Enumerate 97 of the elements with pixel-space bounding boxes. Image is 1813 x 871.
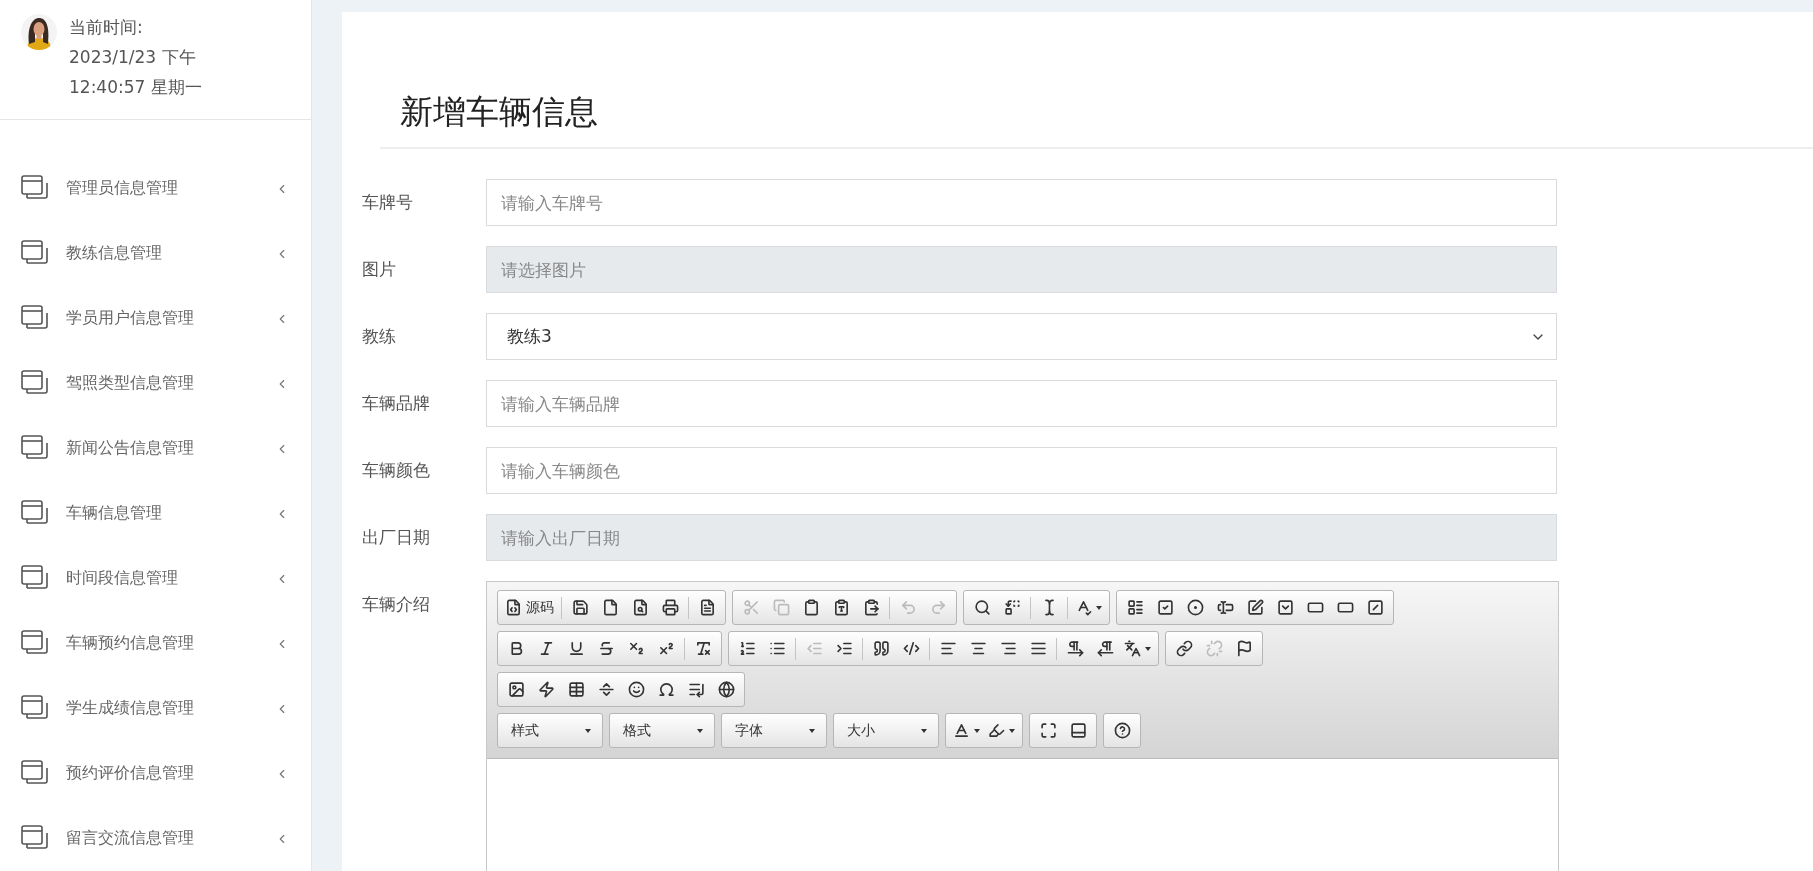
field-label: 图片 bbox=[362, 258, 397, 281]
text-field[interactable]: 请输入车牌号 bbox=[486, 179, 1557, 226]
field-label: 车辆品牌 bbox=[362, 392, 431, 415]
window-icon bbox=[21, 370, 48, 397]
print-icon bbox=[661, 599, 679, 616]
select-icon bbox=[1276, 599, 1294, 616]
align-right-icon bbox=[999, 640, 1017, 657]
text-field[interactable]: 请选择图片 bbox=[486, 246, 1557, 293]
sidebar-item[interactable]: 车辆信息管理 bbox=[0, 481, 311, 546]
link-icon bbox=[1175, 640, 1193, 657]
image-icon bbox=[507, 681, 525, 698]
sidebar-item[interactable]: 预约评价信息管理 bbox=[0, 741, 311, 806]
window-icon bbox=[21, 435, 48, 462]
window-icon bbox=[21, 565, 48, 592]
window-icon bbox=[21, 630, 48, 657]
flag-icon bbox=[1235, 640, 1253, 657]
sidebar-item[interactable]: 教练信息管理 bbox=[0, 221, 311, 286]
text-field[interactable]: 请输入车辆品牌 bbox=[486, 380, 1557, 427]
remove-format-icon bbox=[694, 640, 712, 657]
button-icon bbox=[1306, 599, 1324, 616]
checkbox-icon bbox=[1156, 599, 1174, 616]
window-icon bbox=[21, 240, 48, 267]
smiley-icon bbox=[627, 681, 645, 698]
replace-icon bbox=[1003, 599, 1021, 616]
help-icon bbox=[1113, 722, 1131, 739]
page-title: 新增车辆信息 bbox=[380, 90, 1813, 149]
form-icon bbox=[1126, 599, 1144, 616]
template-icon bbox=[698, 599, 716, 616]
format-dropdown[interactable]: 大小 bbox=[837, 715, 935, 746]
format-dropdown[interactable]: 格式 bbox=[613, 715, 711, 746]
toolbar-button[interactable]: 源码 bbox=[501, 593, 558, 622]
ordered-list-icon bbox=[738, 640, 756, 657]
format-dropdown[interactable]: 字体 bbox=[725, 715, 823, 746]
field-label: 车辆颜色 bbox=[362, 459, 431, 482]
align-justify-icon bbox=[1029, 640, 1047, 657]
pilcrow-right-icon bbox=[1066, 640, 1084, 657]
field-label: 车辆介绍 bbox=[362, 593, 431, 616]
div-code-icon bbox=[902, 640, 920, 657]
quote-icon bbox=[872, 640, 890, 657]
field-label: 教练 bbox=[362, 325, 397, 348]
window-icon bbox=[21, 305, 48, 332]
sidebar-item[interactable]: 车辆预约信息管理 bbox=[0, 611, 311, 676]
align-center-icon bbox=[969, 640, 987, 657]
current-date: 2023/1/23 下午 bbox=[69, 46, 197, 69]
text-color-icon bbox=[953, 722, 970, 739]
field-label: 车牌号 bbox=[362, 191, 414, 214]
sidebar-item[interactable]: 新闻公告信息管理 bbox=[0, 416, 311, 481]
radio-icon bbox=[1186, 599, 1204, 616]
field-label: 出厂日期 bbox=[362, 526, 431, 549]
select-field[interactable]: 教练3 bbox=[486, 313, 1557, 360]
pilcrow-left-icon bbox=[1096, 640, 1114, 657]
text-field-icon bbox=[1216, 599, 1234, 616]
scissors-icon bbox=[742, 599, 760, 616]
sidebar-item[interactable]: 留言交流信息管理 bbox=[0, 806, 311, 871]
bullet-list-icon bbox=[768, 640, 786, 657]
outdent-icon bbox=[805, 640, 823, 657]
redo-icon bbox=[929, 599, 947, 616]
sidebar-item[interactable]: 学员用户信息管理 bbox=[0, 286, 311, 351]
format-dropdown[interactable]: 样式 bbox=[501, 715, 599, 746]
unlink-icon bbox=[1205, 640, 1223, 657]
sidebar-item[interactable]: 学生成绩信息管理 bbox=[0, 676, 311, 741]
maximize-icon bbox=[1039, 722, 1057, 739]
paste-icon bbox=[802, 599, 820, 616]
indent-icon bbox=[835, 640, 853, 657]
current-time: 12:40:57 星期一 bbox=[69, 76, 202, 99]
subscript-icon bbox=[627, 640, 645, 657]
undo-icon bbox=[899, 599, 917, 616]
spellcheck-icon bbox=[1075, 599, 1092, 616]
copy-icon bbox=[772, 599, 790, 616]
source-icon bbox=[505, 599, 522, 616]
flash-icon bbox=[537, 681, 555, 698]
strikethrough-icon bbox=[597, 640, 615, 657]
save-icon bbox=[571, 599, 589, 616]
sidebar-item[interactable]: 驾照类型信息管理 bbox=[0, 351, 311, 416]
time-label: 当前时间: bbox=[69, 16, 144, 39]
window-icon bbox=[21, 500, 48, 527]
sidebar-item[interactable]: 管理员信息管理 bbox=[0, 156, 311, 221]
paste-text-icon bbox=[832, 599, 850, 616]
background-color-icon bbox=[988, 722, 1005, 739]
new-page-icon bbox=[601, 599, 619, 616]
omega-icon bbox=[657, 681, 675, 698]
window-icon bbox=[21, 760, 48, 787]
window-icon bbox=[21, 175, 48, 202]
language-icon bbox=[1124, 640, 1141, 657]
underline-icon bbox=[567, 640, 585, 657]
horizontal-line-icon bbox=[597, 681, 615, 698]
text-field[interactable]: 请输入出厂日期 bbox=[486, 514, 1557, 561]
search-icon bbox=[973, 599, 991, 616]
table-icon bbox=[567, 681, 585, 698]
globe-icon bbox=[717, 681, 735, 698]
superscript-icon bbox=[657, 640, 675, 657]
window-icon bbox=[21, 825, 48, 852]
text-field[interactable]: 请输入车辆颜色 bbox=[486, 447, 1557, 494]
sidebar-item[interactable]: 时间段信息管理 bbox=[0, 546, 311, 611]
preview-icon bbox=[631, 599, 649, 616]
window-icon bbox=[21, 695, 48, 722]
align-left-icon bbox=[939, 640, 957, 657]
